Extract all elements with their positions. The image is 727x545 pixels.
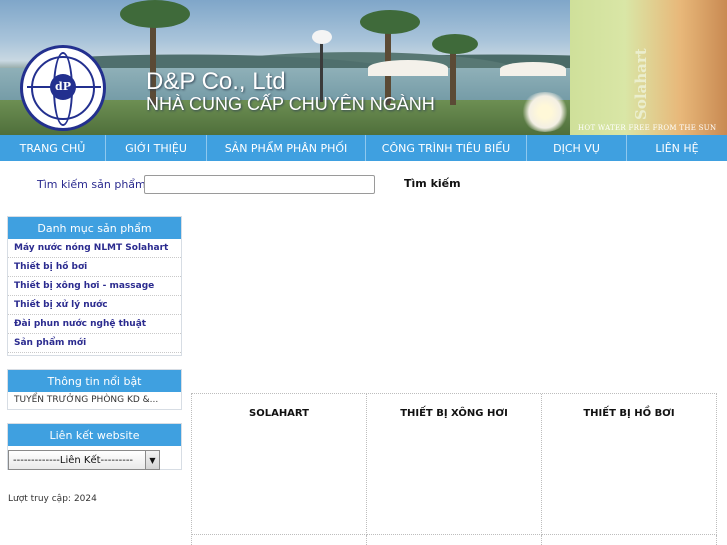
company-name: D&P Co., Ltd bbox=[146, 68, 286, 95]
visit-counter-value: 2024 bbox=[73, 494, 97, 504]
page: Solahart HOT WATER FREE FROM THE SUN dP … bbox=[0, 0, 727, 545]
category-item[interactable]: Máy nước nóng NLMT Solahart bbox=[8, 239, 181, 258]
category-item[interactable]: Thiết bị xử lý nước bbox=[8, 296, 181, 315]
palm-canopy bbox=[120, 0, 190, 28]
lamp-head bbox=[312, 30, 332, 44]
chevron-down-icon[interactable]: ▼ bbox=[145, 451, 159, 469]
news-box-title: Thông tin nổi bật bbox=[8, 370, 181, 392]
category-item[interactable]: Sản phẩm mới bbox=[8, 334, 181, 353]
beach-umbrella bbox=[500, 62, 566, 76]
links-box: Liên kết website -------------Liên Kết--… bbox=[7, 423, 182, 470]
news-item[interactable]: TUYỂN TRƯỞNG PHÒNG KD &... bbox=[8, 392, 181, 408]
header-banner: Solahart HOT WATER FREE FROM THE SUN dP … bbox=[0, 0, 727, 135]
flower-decoration bbox=[520, 92, 570, 132]
search-label: Tìm kiếm sản phẩm bbox=[37, 178, 146, 191]
nav-item-about[interactable]: GIỚI THIỆU bbox=[106, 135, 207, 161]
product-row-divider bbox=[192, 535, 367, 545]
category-item[interactable]: Thiết bị hồ bơi bbox=[8, 258, 181, 277]
product-card[interactable]: THIẾT BỊ XÔNG HƠI bbox=[367, 394, 542, 535]
link-select[interactable]: -------------Liên Kết--------- ▼ bbox=[8, 450, 160, 470]
product-card[interactable]: SOLAHART bbox=[192, 394, 367, 535]
search-input[interactable] bbox=[144, 175, 375, 194]
company-logo[interactable]: dP bbox=[20, 45, 106, 131]
product-title[interactable]: THIẾT BỊ XÔNG HƠI bbox=[367, 408, 541, 419]
nav-item-projects[interactable]: CÔNG TRÌNH TIÊU BIỂU bbox=[366, 135, 527, 161]
solahart-caption: HOT WATER FREE FROM THE SUN bbox=[578, 124, 717, 132]
links-box-title: Liên kết website bbox=[8, 424, 181, 446]
product-row-divider bbox=[542, 535, 717, 545]
palm-tree bbox=[450, 45, 456, 105]
link-select-value: -------------Liên Kết--------- bbox=[13, 454, 134, 466]
nav-item-home[interactable]: TRANG CHỦ bbox=[0, 135, 106, 161]
product-title[interactable]: THIẾT BỊ HỒ BƠI bbox=[542, 408, 716, 419]
category-item[interactable]: Thiết bị xông hơi - massage bbox=[8, 277, 181, 296]
category-item[interactable]: Đài phun nước nghệ thuật bbox=[8, 315, 181, 334]
company-tagline: NHÀ CUNG CẤP CHUYÊN NGÀNH bbox=[146, 94, 435, 114]
product-title[interactable]: SOLAHART bbox=[192, 408, 366, 419]
nav-item-services[interactable]: DỊCH VỤ bbox=[527, 135, 627, 161]
solahart-brand: Solahart bbox=[632, 48, 650, 120]
product-grid: SOLAHART THIẾT BỊ XÔNG HƠI THIẾT BỊ HỒ B… bbox=[191, 393, 717, 545]
visit-counter-label: Lượt truy cập: bbox=[8, 494, 71, 504]
palm-canopy bbox=[360, 10, 420, 34]
product-row-divider bbox=[367, 535, 542, 545]
search-button[interactable]: Tìm kiếm bbox=[404, 177, 461, 190]
category-box: Danh mục sản phẩm Máy nước nóng NLMT Sol… bbox=[7, 216, 182, 356]
palm-canopy bbox=[432, 34, 478, 54]
category-box-title: Danh mục sản phẩm bbox=[8, 217, 181, 239]
product-card[interactable]: THIẾT BỊ HỒ BƠI bbox=[542, 394, 717, 535]
beach-umbrella bbox=[368, 60, 448, 76]
nav-item-products[interactable]: SẢN PHẨM PHÂN PHỐI bbox=[207, 135, 366, 161]
lamp-post bbox=[320, 40, 323, 102]
nav-item-contact[interactable]: LIÊN HỆ bbox=[627, 135, 727, 161]
visit-counter: Lượt truy cập: 2024 bbox=[8, 494, 97, 504]
logo-mark: dP bbox=[50, 74, 76, 100]
news-box: Thông tin nổi bật TUYỂN TRƯỞNG PHÒNG KD … bbox=[7, 369, 182, 410]
main-nav: TRANG CHỦ GIỚI THIỆU SẢN PHẨM PHÂN PHỐI … bbox=[0, 135, 727, 161]
